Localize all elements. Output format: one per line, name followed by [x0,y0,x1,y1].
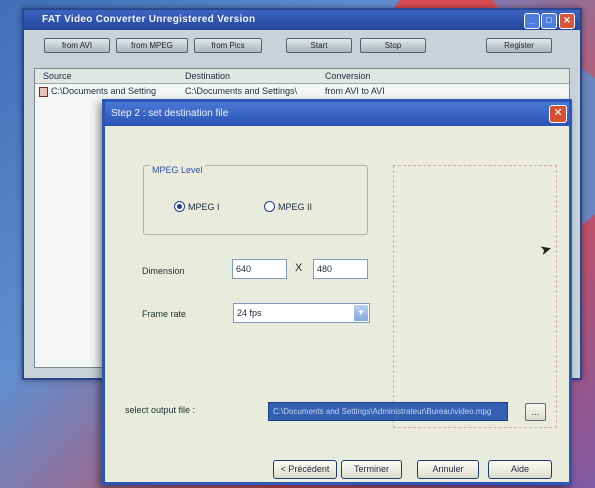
close-icon[interactable]: ✕ [559,13,575,29]
mpeg2-radio[interactable]: MPEG II [264,201,312,212]
dimension-separator: X [295,262,303,274]
row-source: C:\Documents and Setting [51,86,157,96]
radio-selected-icon [174,201,185,212]
minimize-icon[interactable]: _ [524,13,540,29]
dimension-width-input[interactable]: 640 [232,259,287,279]
file-icon [39,86,48,97]
chevron-down-icon[interactable]: ▼ [354,305,368,321]
row-conversion: from AVI to AVI [325,86,385,96]
mpeg-level-legend: MPEG Level [150,165,205,175]
column-header-destination[interactable]: Destination [185,71,230,81]
destination-dialog: Step 2 : set destination file ✕ MPEG Lev… [102,99,572,485]
output-file-label: select output file : [125,405,196,415]
main-title-bar: FAT Video Converter Unregistered Version… [24,10,580,30]
list-item[interactable]: C:\Documents and Setting C:\Documents an… [35,84,569,98]
main-toolbar: from AVI from MPEG from Pics Start Stop … [24,30,580,60]
row-destination: C:\Documents and Settings\ [185,86,298,96]
from-mpeg-button[interactable]: from MPEG [116,38,188,53]
dimension-label: Dimension [142,266,185,276]
mpeg2-label: MPEG II [278,201,313,212]
start-button[interactable]: Start [286,38,352,53]
help-button[interactable]: Aide [488,460,552,479]
list-header: Source Destination Conversion [35,69,569,84]
mpeg1-radio[interactable]: MPEG I [174,201,220,212]
radio-empty-icon [264,201,275,212]
browse-button[interactable]: ... [525,403,546,421]
dialog-title-bar: Step 2 : set destination file ✕ [105,102,569,126]
frame-rate-select[interactable]: 24 fps ▼ [233,303,370,323]
frame-rate-label: Frame rate [142,309,187,319]
from-avi-button[interactable]: from AVI [44,38,110,53]
maximize-icon[interactable]: □ [541,13,557,29]
column-header-conversion[interactable]: Conversion [325,71,371,81]
preview-area [393,165,557,428]
close-icon[interactable]: ✕ [549,105,567,123]
from-pics-button[interactable]: from Pics [194,38,262,53]
frame-rate-value: 24 fps [237,308,262,318]
previous-button[interactable]: < Précédent [273,460,337,479]
mpeg-level-group: MPEG Level MPEG I MPEG II [143,165,368,235]
cancel-button[interactable]: Annuler [417,460,479,479]
finish-button[interactable]: Terminer [341,460,402,479]
main-window-title: FAT Video Converter Unregistered Version [42,14,256,25]
dimension-height-input[interactable]: 480 [313,259,368,279]
mpeg1-label: MPEG I [188,201,220,212]
column-header-source[interactable]: Source [43,71,72,81]
register-button[interactable]: Register [486,38,552,53]
output-file-input[interactable]: C:\Documents and Settings\Administrateur… [268,402,508,421]
stop-button[interactable]: Stop [360,38,426,53]
dialog-title: Step 2 : set destination file [111,108,229,119]
